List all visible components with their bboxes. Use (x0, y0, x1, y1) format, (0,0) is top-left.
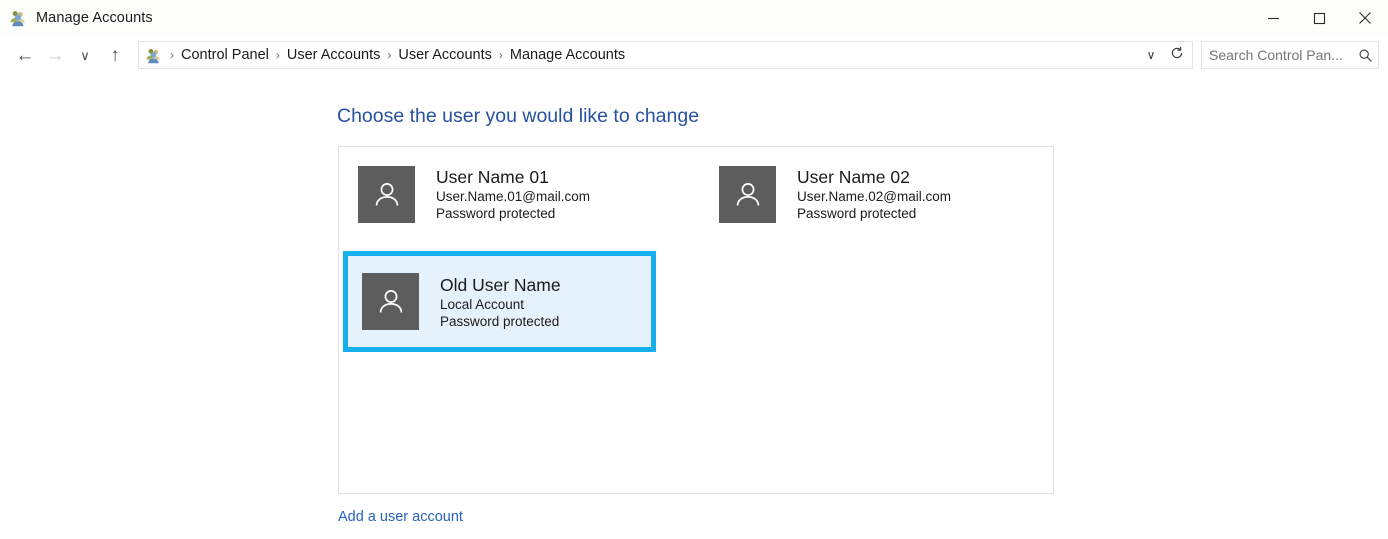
title-bar: Manage Accounts (0, 0, 1388, 36)
maximize-button[interactable] (1296, 0, 1342, 36)
breadcrumb-bar[interactable]: › Control Panel › User Accounts › User A… (138, 41, 1193, 69)
person-avatar-icon (736, 182, 759, 206)
person-avatar-icon (379, 289, 402, 313)
user-detail: User.Name.02@mail.com (797, 189, 951, 204)
user-info: User Name 02 User.Name.02@mail.com Passw… (797, 166, 951, 222)
up-arrow-icon: ↑ (110, 44, 120, 66)
breadcrumb-item-manage-accounts[interactable]: Manage Accounts (507, 47, 628, 63)
user-status: Password protected (797, 206, 917, 221)
user-account-card-selected[interactable]: Old User Name Local Account Password pro… (343, 251, 656, 352)
window-controls (1250, 0, 1388, 36)
users-icon (9, 9, 27, 27)
user-name: Old User Name (440, 274, 561, 295)
avatar (719, 166, 776, 223)
user-info: Old User Name Local Account Password pro… (440, 274, 561, 330)
chevron-down-icon: ∨ (1146, 48, 1156, 62)
user-info: User Name 01 User.Name.01@mail.com Passw… (436, 166, 590, 222)
user-detail: User.Name.01@mail.com (436, 189, 590, 204)
avatar (358, 166, 415, 223)
recent-locations-button[interactable]: ∨ (70, 40, 100, 70)
forward-button[interactable]: → (40, 40, 70, 70)
window-title: Manage Accounts (36, 10, 153, 26)
user-name: User Name 01 (436, 167, 549, 187)
add-user-account-link[interactable]: Add a user account (338, 509, 463, 525)
breadcrumb-separator: › (275, 48, 280, 62)
breadcrumb-tools: ∨ (1138, 43, 1192, 67)
search-box[interactable] (1201, 41, 1379, 69)
forward-arrow-icon: → (45, 44, 65, 66)
content-area: Choose the user you would like to change… (0, 76, 1388, 539)
user-account-card[interactable]: User Name 02 User.Name.02@mail.com Passw… (719, 166, 951, 223)
back-arrow-icon: ← (15, 44, 35, 66)
breadcrumb-item-user-accounts-2[interactable]: User Accounts (395, 47, 495, 63)
breadcrumb-separator: › (498, 48, 503, 62)
search-icon[interactable] (1352, 48, 1378, 63)
refresh-icon (1170, 46, 1184, 65)
up-button[interactable]: ↑ (100, 40, 130, 70)
breadcrumb-separator: › (170, 48, 174, 62)
refresh-button[interactable] (1164, 43, 1190, 67)
user-accounts-panel: User Name 01 User.Name.01@mail.com Passw… (338, 146, 1054, 494)
user-status: Password protected (440, 313, 560, 329)
user-detail: Local Account (440, 296, 525, 312)
page-title: Choose the user you would like to change (337, 105, 700, 127)
breadcrumb-item-control-panel[interactable]: Control Panel (178, 47, 272, 63)
breadcrumb: › Control Panel › User Accounts › User A… (166, 47, 1138, 63)
back-button[interactable]: ← (10, 40, 40, 70)
user-name: User Name 02 (797, 167, 910, 187)
chevron-down-icon: ∨ (80, 47, 90, 63)
breadcrumb-separator: › (387, 48, 392, 62)
minimize-button[interactable] (1250, 0, 1296, 36)
user-status: Password protected (436, 206, 556, 221)
search-input[interactable] (1202, 46, 1352, 64)
address-bar: ← → ∨ ↑ › Control Panel › User Accounts … (0, 36, 1388, 74)
user-account-card[interactable]: User Name 01 User.Name.01@mail.com Passw… (358, 166, 590, 223)
avatar (362, 273, 419, 330)
breadcrumb-item-user-accounts-1[interactable]: User Accounts (284, 47, 384, 63)
close-button[interactable] (1342, 0, 1388, 36)
person-avatar-icon (375, 182, 398, 206)
address-dropdown-button[interactable]: ∨ (1138, 43, 1164, 67)
users-icon (145, 47, 162, 64)
